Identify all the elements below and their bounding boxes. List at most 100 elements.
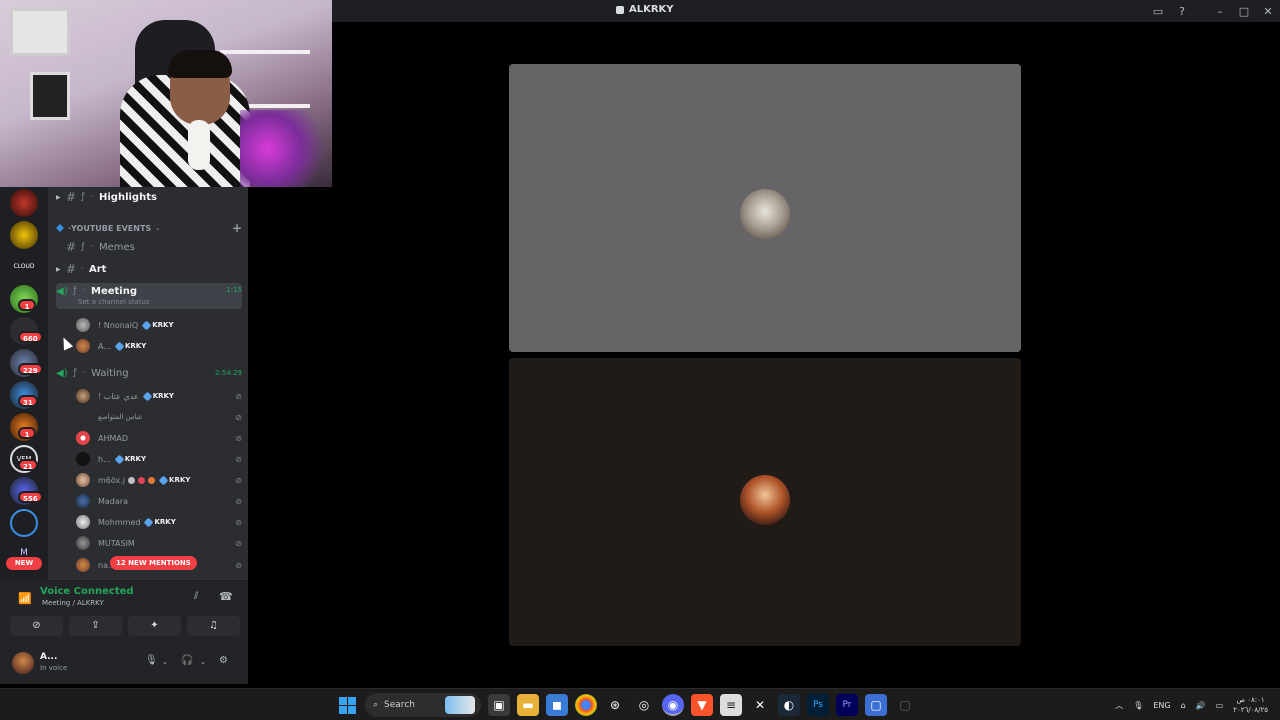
channel-memes[interactable]: # ƒ · Memes (56, 237, 242, 257)
share-screen-button[interactable]: ⇪ (69, 616, 122, 636)
new-servers-pill[interactable]: NEW (6, 557, 42, 570)
app-icon[interactable]: ⊛ (604, 694, 626, 716)
soundboard-button[interactable]: ♫ (187, 616, 240, 636)
server-badge: 229 (18, 363, 43, 375)
language-indicator[interactable]: ENG (1153, 701, 1170, 710)
chevron-up-icon[interactable]: ︿ (1115, 700, 1123, 711)
category-youtube-events[interactable]: · YOUTUBE EVENTS ⌄ + (56, 221, 242, 235)
help-icon[interactable]: ? (1170, 5, 1194, 18)
user-name[interactable]: A... (40, 652, 57, 662)
user-avatar[interactable] (12, 652, 34, 674)
signal-icon[interactable]: 📶 (18, 592, 32, 605)
deafened-icon: ⊘ (235, 496, 242, 506)
battery-icon[interactable]: ▭ (1216, 701, 1224, 710)
deafened-icon: ⊘ (235, 475, 242, 485)
voice-user[interactable]: m6öx.j KRKY ⊘ (76, 470, 242, 490)
channel-timer: 1:15 (226, 286, 242, 294)
voice-user-name: Madara (98, 496, 128, 506)
server-tag: KRKY (158, 475, 190, 485)
voice-user[interactable]: MUTASIM ⊘ (76, 533, 242, 553)
chevron-down-icon[interactable]: ⌄ (162, 658, 168, 666)
deafened-icon: ⊘ (235, 454, 242, 464)
capcut-icon[interactable]: ✕ (749, 694, 771, 716)
photoshop-icon[interactable]: Ps (807, 694, 829, 716)
noise-suppression-icon[interactable]: ⫽ (194, 591, 198, 602)
maximize-icon[interactable]: □ (1232, 5, 1256, 18)
hash-icon: # (65, 240, 77, 254)
wall-plaque (10, 8, 70, 56)
voice-location[interactable]: Meeting / ALKRKY (42, 599, 104, 607)
volume-icon[interactable]: 🔊 (1196, 701, 1206, 710)
microphone-tray-icon[interactable]: 🎙 (1133, 701, 1143, 710)
system-clock[interactable]: ٠٨:٠١ ص ٢٠٢٦/٠٨/٢٥ (1233, 695, 1268, 715)
minimize-icon[interactable]: – (1208, 5, 1232, 18)
server-icon[interactable] (10, 509, 38, 537)
chrome-icon[interactable] (575, 694, 597, 716)
start-button[interactable] (336, 694, 358, 716)
voice-user[interactable]: AHMAD ⊘ (76, 428, 242, 448)
store-icon[interactable]: ◼ (546, 694, 568, 716)
voice-status[interactable]: Voice Connected (40, 586, 134, 597)
steam-client-icon[interactable]: ◐ (778, 694, 800, 716)
participant-tile[interactable] (509, 358, 1021, 646)
voice-user[interactable]: Madara ⊘ (76, 491, 242, 511)
channel-status-prompt[interactable]: Set a channel status (78, 298, 150, 306)
tag-icon (114, 454, 125, 464)
voice-channel-waiting[interactable]: ◀) ƒ · Waiting 2:54:29 (56, 363, 242, 383)
activities-button[interactable]: ✦ (128, 616, 181, 636)
camera-off-button[interactable]: ⊘ (10, 616, 63, 636)
avatar (76, 318, 90, 332)
add-channel-icon[interactable]: + (232, 221, 242, 235)
voice-user[interactable]: ! NnonaiQ KRKY (76, 315, 242, 335)
avatar (76, 339, 90, 353)
file-explorer-icon[interactable]: ▬ (517, 694, 539, 716)
window-title-text: ALKRKY (629, 4, 674, 15)
network-icon[interactable]: ⌂ (1181, 701, 1186, 710)
steam-icon[interactable]: ◎ (633, 694, 655, 716)
participant-tile[interactable] (509, 64, 1021, 352)
app-window-icon[interactable]: ▢ (865, 694, 887, 716)
channel-name: Highlights (99, 191, 157, 203)
speaker-icon: ◀) (56, 367, 68, 379)
microphone-icon[interactable]: 🎙 (145, 655, 158, 666)
channel-highlights[interactable]: ▶ # ƒ · Highlights (56, 187, 242, 207)
search-highlight-image (445, 696, 475, 714)
voice-user[interactable]: A... KRKY (76, 336, 242, 356)
voice-user[interactable]: عباس المتواضع ⊘ (76, 407, 242, 427)
taskbar-search[interactable]: ⌕ Search (365, 693, 481, 717)
call-stage (248, 22, 1280, 684)
voice-user[interactable]: ! عدي عتاب KRKY ⊘ (76, 386, 242, 406)
notepad-icon[interactable]: ≡ (720, 694, 742, 716)
close-icon[interactable]: ✕ (1256, 5, 1280, 18)
chevron-down-icon[interactable]: ⌄ (200, 658, 206, 666)
voice-user[interactable]: h... KRKY ⊘ (76, 449, 242, 469)
discord-app: ALKRKY ▭ ? – □ ✕ CLOUD 1 660 229 31 1 VF… (0, 0, 1280, 720)
participant-avatar (740, 189, 790, 239)
channel-art[interactable]: ▶ # · Art (56, 259, 242, 279)
tag-icon (144, 517, 154, 527)
server-tag: KRKY (114, 341, 146, 351)
server-tag: KRKY (114, 454, 146, 464)
server-icon[interactable] (10, 221, 38, 249)
avatar (76, 558, 90, 572)
brave-icon[interactable]: ▼ (691, 694, 713, 716)
hash-icon: # (65, 262, 77, 276)
voice-channel-meeting[interactable]: ◀) ƒ · Meeting 1:15 Set a channel status (56, 283, 242, 309)
task-view-icon[interactable]: ▣ (488, 694, 510, 716)
headphones-icon[interactable]: 🎧 (181, 655, 193, 666)
premiere-icon[interactable]: Pr (836, 694, 858, 716)
server-icon-cloud[interactable]: CLOUD (10, 253, 38, 281)
channel-timer: 2:54:29 (215, 369, 242, 377)
discord-icon[interactable]: ◉ (662, 694, 684, 716)
voice-user[interactable]: Mohmmed KRKY ⊘ (76, 512, 242, 532)
voice-connected-panel: 📶 Voice Connected Meeting / ALKRKY ⫽ ☎ ⊘… (0, 580, 248, 640)
hash-icon: # (65, 190, 77, 204)
app-icon-faded[interactable]: ▢ (894, 694, 916, 716)
avatar (76, 536, 90, 550)
new-mentions-pill[interactable]: 12 NEW MENTIONS (110, 556, 197, 570)
settings-gear-icon[interactable]: ⚙ (219, 655, 228, 666)
disconnect-icon[interactable]: ☎ (219, 590, 233, 603)
inbox-icon[interactable]: ▭ (1146, 5, 1170, 18)
server-icon[interactable] (10, 189, 38, 217)
wall-shelf (220, 50, 310, 54)
